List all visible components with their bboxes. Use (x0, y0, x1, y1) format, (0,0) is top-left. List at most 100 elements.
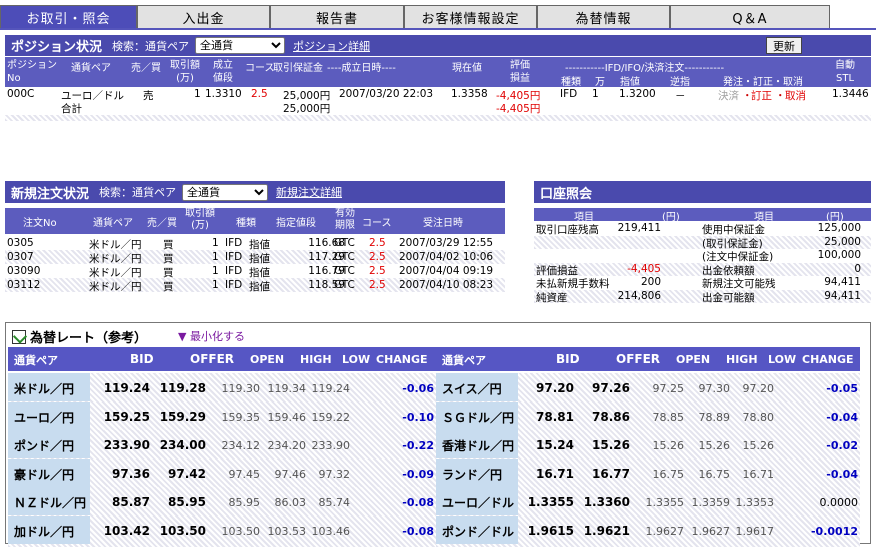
account-value2: 94,411 (824, 289, 861, 302)
rate-open: 159.35 (221, 410, 261, 424)
orders-detail-link[interactable]: 新規注文詳細 (276, 184, 342, 200)
col-action: 発注・訂正・取消 (723, 77, 803, 88)
tab-trading[interactable]: お取引・照会 (0, 5, 137, 29)
tab-qa[interactable]: Q＆A (670, 5, 830, 29)
position-title: ポジション状況 (11, 40, 103, 55)
rate-change: -0.08 (402, 524, 434, 538)
rate-bid: 16.71 (536, 466, 574, 481)
position-ifd-man: 1 (592, 88, 599, 100)
rate-bid: 15.24 (536, 438, 574, 452)
position-no[interactable]: 000C (7, 88, 34, 100)
order-expiry: GTC (334, 265, 355, 277)
position-search-label: 検索：通貨ペア (112, 39, 190, 53)
rate-row: ＮＺドル／円 85.87 85.95 85.95 86.03 85.74 -0.08 (8, 487, 436, 518)
col-rate-change: CHANGE (376, 353, 428, 366)
col-type: 種類 (561, 77, 581, 88)
tab-customer-settings[interactable]: お客様情報設定 (404, 5, 537, 29)
rate-pair-cell: 香港ドル／円 (436, 430, 518, 458)
col-current: 現在値 (452, 63, 482, 74)
rate-low: 16.71 (742, 467, 775, 481)
rate-pair-cell: ポンド／ドル (436, 515, 518, 544)
position-row: 000C ユーロ／ドル 売 1 1.3310 2.5 25,000円 2007/… (5, 88, 871, 102)
rate-open: 119.30 (221, 382, 261, 395)
order-no[interactable]: 03112 (7, 279, 40, 291)
rates-title-text: 為替レート（参考） (30, 331, 148, 346)
col-side: 売／買 (131, 63, 161, 74)
rate-change: -0.10 (402, 410, 434, 424)
rate-change: -0.04 (826, 410, 858, 424)
rate-pair-cell: ユーロ／円 (8, 401, 90, 430)
rate-change: -0.04 (826, 467, 858, 481)
col-rate: 成立 値段 (213, 60, 233, 84)
order-expiry: GTC (334, 237, 355, 249)
position-currency-select[interactable]: 全通貨 (195, 37, 286, 54)
rate-row: ランド／円 16.71 16.77 16.75 16.75 16.71 -0.04 (436, 458, 860, 490)
rate-offer: 234.00 (159, 438, 206, 452)
account-row: 未払新規手数料 200 新規注文可能残 94,411 (534, 276, 871, 290)
rate-high: 78.89 (698, 410, 731, 424)
rate-row: ポンド／ドル 1.9615 1.9621 1.9627 1.9627 1.9617 -0.0… (436, 515, 860, 547)
order-no[interactable]: 03090 (7, 265, 40, 277)
col-order-amount: 取引額 (万) (185, 208, 215, 231)
order-pair: 米ドル／円 (89, 281, 142, 293)
rate-offer: 16.77 (592, 466, 630, 481)
order-no[interactable]: 0307 (7, 251, 34, 263)
account-value2: 0 (854, 262, 861, 275)
refresh-button[interactable]: 更新 (766, 37, 802, 54)
position-rate: 1.3310 (205, 88, 242, 100)
col-rate-low: LOW (342, 353, 371, 366)
col-limit: 指値 (620, 77, 640, 88)
rate-high: 103.53 (267, 524, 307, 538)
rate-open: 1.3355 (645, 496, 685, 509)
rate-offer: 1.3360 (583, 495, 630, 509)
col-rate-pair: 通貨ペア (14, 354, 58, 367)
rate-row: ユーロ／ドル 1.3355 1.3360 1.3355 1.3359 1.3353 0.00… (436, 487, 860, 518)
col-account-item: 項目 (574, 212, 594, 223)
rate-pair-cell: ユーロ／ドル (436, 487, 518, 515)
order-amount: 1 (212, 251, 219, 263)
orders-header: 新規注文状況 検索：通貨ペア 全通貨 新規注文詳細 (5, 181, 505, 203)
rate-pair-cell: 加ドル／円 (8, 515, 90, 544)
position-detail-link[interactable]: ポジション詳細 (293, 38, 370, 54)
account-row: (注文中保証金) 100,000 (534, 249, 871, 263)
orders-currency-select[interactable]: 全通貨 (182, 183, 269, 201)
col-account-yen2: (円) (826, 212, 844, 223)
tab-deposit[interactable]: 入出金 (137, 5, 270, 29)
col-amount: 取引額 (万) (170, 60, 200, 84)
rate-high: 15.26 (698, 439, 731, 452)
rate-low: 97.32 (318, 467, 351, 481)
tab-fx-info[interactable]: 為替情報 (537, 5, 670, 29)
col-ifo: -----------IFD/IFO/決済注文----------- (565, 63, 725, 74)
rate-offer: 15.26 (592, 438, 630, 452)
rate-row: ポンド／円 233.90 234.00 234.12 234.20 233.90 -0.22 (8, 430, 436, 461)
col-rate-bid: BID (130, 352, 154, 366)
rate-pair-cell: ＮＺドル／円 (8, 487, 90, 515)
col-order-expiry: 有効 期限 (335, 208, 355, 231)
account-value: 219,411 (617, 222, 661, 234)
order-no[interactable]: 0305 (7, 237, 34, 249)
col-order-spec: 指定値段 (276, 218, 316, 229)
rate-change: -0.22 (402, 439, 434, 452)
rates-header-left: 通貨ペア BID OFFER OPEN HIGH LOW CHANGE (8, 347, 436, 371)
rate-pair: ユーロ／円 (14, 410, 75, 425)
order-expiry: GTC (334, 279, 355, 291)
rate-low: 97.20 (742, 382, 775, 395)
col-rate-high: HIGH (300, 353, 332, 366)
order-course: 2.5 (369, 279, 386, 291)
orders-column-header: 注文No 通貨ペア 売／買 取引額 (万) 種類 指定値段 有効 期限 コース … (5, 208, 505, 234)
minimize-link[interactable]: ▼ 最小化する (178, 328, 245, 344)
tab-reports[interactable]: 報告書 (270, 5, 404, 29)
col-rate-bid-r: BID (556, 352, 580, 366)
order-course: 2.5 (369, 251, 386, 263)
rate-bid: 119.24 (103, 381, 150, 395)
total-label: 合計 (61, 103, 82, 115)
position-amount: 1 (194, 88, 201, 100)
rate-low: 1.3353 (735, 496, 775, 509)
col-order-pair: 通貨ペア (93, 218, 133, 229)
rate-pair: ポンド／ドル (442, 524, 515, 539)
rate-open: 1.9627 (645, 524, 685, 538)
rate-bid: 233.90 (103, 438, 150, 452)
rate-pair: ポンド／円 (14, 439, 75, 453)
rate-offer: 97.26 (592, 381, 630, 395)
order-datetime: 2007/04/04 09:19 (399, 265, 494, 277)
